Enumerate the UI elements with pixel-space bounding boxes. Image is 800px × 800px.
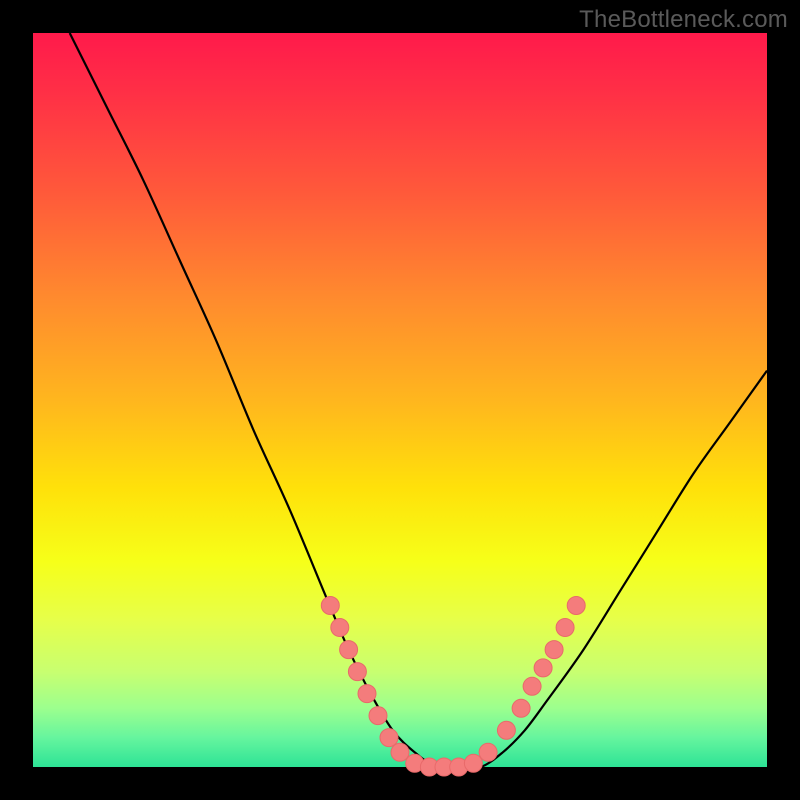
- curve-dot: [348, 663, 366, 681]
- curve-dot: [358, 685, 376, 703]
- curve-dot: [545, 641, 563, 659]
- curve-dot: [556, 619, 574, 637]
- watermark-text: TheBottleneck.com: [579, 6, 788, 34]
- curve-dot: [534, 659, 552, 677]
- curve-dot: [331, 619, 349, 637]
- curve-dot: [380, 729, 398, 747]
- bottleneck-curve: [70, 33, 767, 768]
- curve-dot: [369, 707, 387, 725]
- chart-svg: [33, 33, 767, 767]
- curve-dot: [391, 743, 409, 761]
- curve-dot: [497, 721, 515, 739]
- curve-dot: [567, 597, 585, 615]
- plot-area: [33, 33, 767, 767]
- curve-dot: [523, 677, 541, 695]
- curve-dot: [464, 754, 482, 772]
- curve-dot: [321, 597, 339, 615]
- curve-dot: [479, 743, 497, 761]
- curve-dots-group: [321, 597, 585, 777]
- curve-dot: [340, 641, 358, 659]
- curve-dot: [512, 699, 530, 717]
- chart-frame: TheBottleneck.com: [0, 0, 800, 800]
